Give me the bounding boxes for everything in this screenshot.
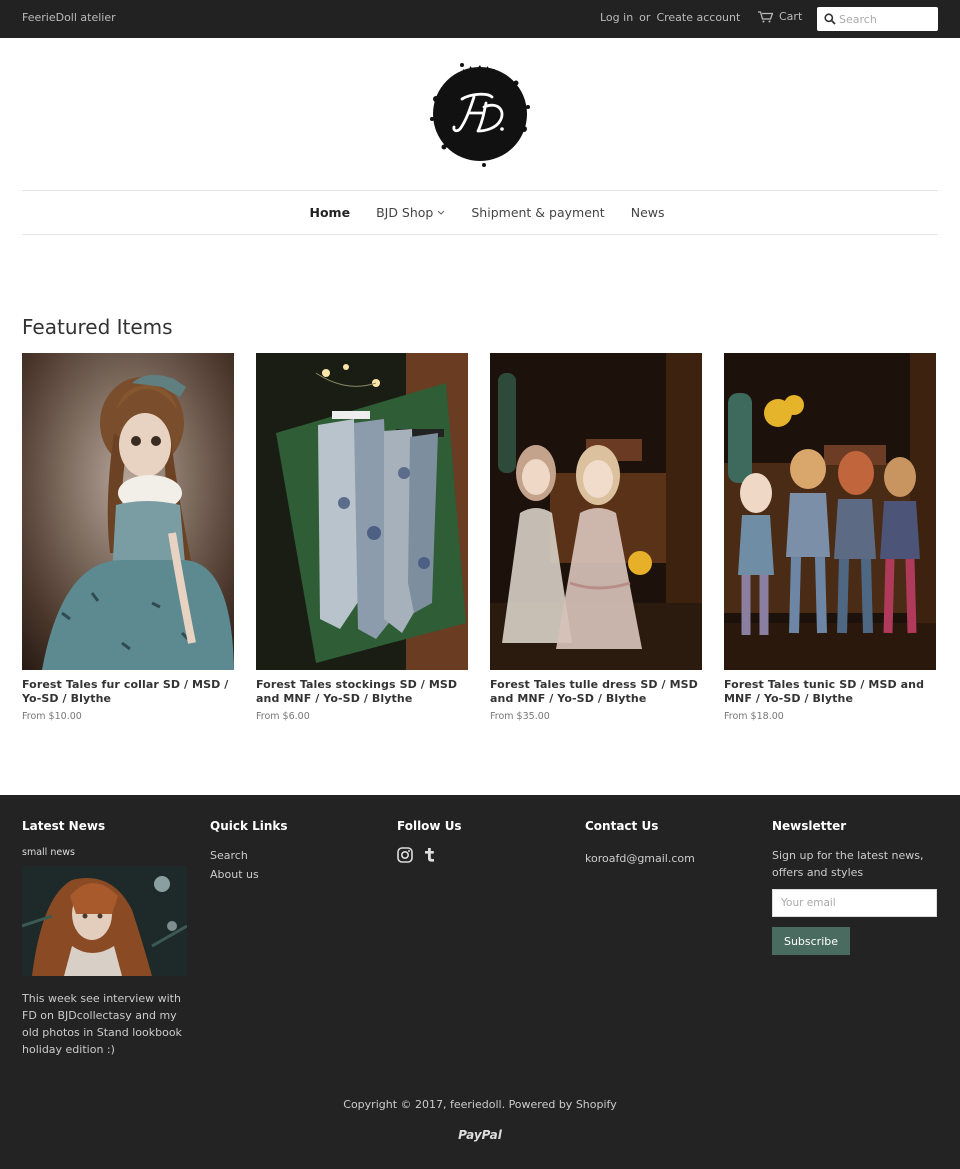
footer-contact: Contact Us koroafd@gmail.com <box>585 819 755 867</box>
product-title[interactable]: Forest Tales tunic SD / MSD and MNF / Yo… <box>724 678 936 706</box>
product-grid: Forest Tales fur collar SD / MSD / Yo-SD… <box>22 353 938 733</box>
nav-bjd-shop-label: BJD Shop <box>376 205 434 220</box>
footer-link-about[interactable]: About us <box>210 866 370 883</box>
subscribe-button[interactable]: Subscribe <box>772 927 850 955</box>
footer-latest-news: Latest News small news This week see int… <box>22 819 192 1058</box>
login-link[interactable]: Log in <box>600 11 633 24</box>
paypal-payment-icon: PayPal <box>458 1128 502 1142</box>
footer-newsletter: Newsletter Sign up for the latest news, … <box>772 819 938 955</box>
cart-label: Cart <box>779 10 803 23</box>
nav-shipment-payment[interactable]: Shipment & payment <box>471 205 604 220</box>
follow-us-heading: Follow Us <box>397 819 462 833</box>
product-image[interactable] <box>490 353 702 670</box>
newsletter-text: Sign up for the latest news, offers and … <box>772 849 924 879</box>
create-account-link[interactable]: Create account <box>656 11 740 24</box>
search-input[interactable] <box>839 10 933 28</box>
social-links <box>397 847 557 863</box>
product-card[interactable]: Forest Tales tulle dress SD / MSD and MN… <box>490 353 702 722</box>
or-text: or <box>639 11 651 24</box>
product-title[interactable]: Forest Tales stockings SD / MSD and MNF … <box>256 678 468 706</box>
nav-news[interactable]: News <box>631 205 665 220</box>
news-post-title[interactable]: small news <box>22 847 192 858</box>
product-price: From $35.00 <box>490 711 550 722</box>
quick-links-heading: Quick Links <box>210 819 288 833</box>
footer-link-search[interactable]: Search <box>210 847 370 864</box>
product-card[interactable]: Forest Tales stockings SD / MSD and MNF … <box>256 353 468 722</box>
cart-icon <box>758 10 773 22</box>
copyright-text: Copyright © 2017, feeriedoll. Powered by… <box>343 1098 617 1111</box>
nav-home[interactable]: Home <box>310 205 351 220</box>
product-price: From $6.00 <box>256 711 310 722</box>
product-card[interactable]: Forest Tales fur collar SD / MSD / Yo-SD… <box>22 353 234 722</box>
contact-heading: Contact Us <box>585 819 659 833</box>
site-footer: Latest News small news This week see int… <box>0 795 960 1169</box>
footer-follow-us: Follow Us <box>397 819 557 863</box>
search-box <box>817 7 938 31</box>
news-post-image[interactable] <box>22 866 187 976</box>
featured-title: Featured Items <box>22 315 173 339</box>
product-image[interactable] <box>22 353 234 670</box>
cart-link[interactable]: Cart <box>758 10 802 23</box>
newsletter-heading: Newsletter <box>772 819 847 833</box>
product-price: From $10.00 <box>22 711 82 722</box>
product-card[interactable]: Forest Tales tunic SD / MSD and MNF / Yo… <box>724 353 936 722</box>
site-brand[interactable]: FeerieDoll atelier <box>22 11 116 24</box>
account-links: Log in or Create account <box>600 11 740 24</box>
main-nav: Home BJD Shop Shipment & payment News <box>22 190 938 235</box>
product-image[interactable] <box>724 353 936 670</box>
product-title[interactable]: Forest Tales tulle dress SD / MSD and MN… <box>490 678 702 706</box>
instagram-icon[interactable] <box>397 847 413 863</box>
news-post-text: This week see interview with FD on BJDco… <box>22 992 182 1056</box>
product-title[interactable]: Forest Tales fur collar SD / MSD / Yo-SD… <box>22 678 234 706</box>
site-logo[interactable] <box>424 59 536 169</box>
tumblr-icon[interactable] <box>423 847 435 863</box>
top-bar: FeerieDoll atelier Log in or Create accoun… <box>0 0 960 38</box>
newsletter-email-input[interactable] <box>772 889 937 917</box>
product-image[interactable] <box>256 353 468 670</box>
footer-quick-links: Quick Links Search About us <box>210 819 370 885</box>
chevron-down-icon <box>438 210 445 215</box>
latest-news-heading: Latest News <box>22 819 106 833</box>
product-price: From $18.00 <box>724 711 784 722</box>
contact-email[interactable]: koroafd@gmail.com <box>585 852 695 865</box>
search-icon[interactable] <box>824 13 836 25</box>
nav-bjd-shop[interactable]: BJD Shop <box>376 205 445 220</box>
